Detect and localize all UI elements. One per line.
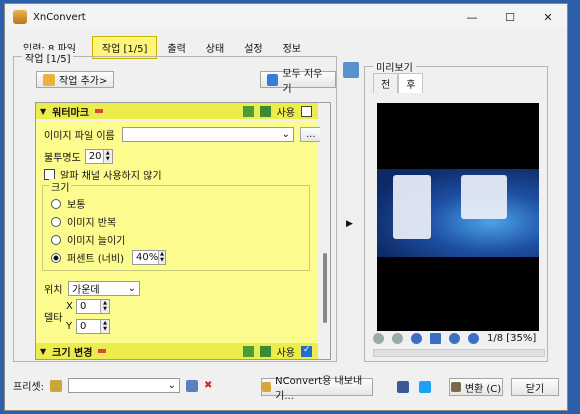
preset-label: 프리셋: [13,382,44,393]
watermark-filter-header[interactable]: ▼ 워터마크 사용 [36,103,318,119]
convert-icon [450,382,461,392]
image-file-label: 이미지 파일 이름 [44,131,115,142]
opacity-spinner[interactable]: 20 ▲ ▼ [84,149,113,164]
position-combo[interactable]: 가운데 ⌄ [68,281,140,296]
close-button[interactable]: ✕ [529,4,567,30]
clear-all-label: 모두 지우기 [282,68,323,95]
convert-button[interactable]: 변환 (C) [449,378,503,396]
use-label: 사용 [276,107,295,119]
actions-group-title: 작업 [1/5] [22,50,74,65]
remove-filter-icon[interactable] [94,109,103,113]
radio-icon [51,216,61,227]
move-up-icon[interactable] [242,105,254,117]
add-icon [43,73,55,86]
move-down-icon[interactable] [259,105,271,117]
use-checkbox[interactable] [301,345,312,357]
tab-after[interactable]: 후 [398,73,424,93]
chevron-down-icon: ⌄ [127,283,136,294]
folder-icon[interactable] [49,379,62,392]
image-file-combo[interactable]: ⌄ [122,127,294,142]
size-option-stretch[interactable]: 이미지 늘이기 [51,232,125,247]
app-window: XnConvert — ☐ ✕ 입력: 8 파일 작업 [1/5] 출력 상태 … [4,3,568,411]
window-title: XnConvert [33,11,86,23]
use-checkbox[interactable] [301,105,312,117]
position-label: 위치 [44,285,63,296]
zoom-out-icon[interactable] [468,333,479,344]
size-group: 크기 보통 이미지 반복 이미지 늘이기 퍼센트 (너비) 40% ▲ ▼ [42,179,310,271]
preview-image [377,103,539,331]
browse-button[interactable]: ... [300,127,322,142]
preview-tabs: 전 후 [373,73,424,93]
radio-checked-icon [51,252,61,263]
preset-combo[interactable]: ⌄ [67,378,180,393]
move-up-icon[interactable] [242,345,254,357]
collapse-icon[interactable]: ▼ [40,107,46,116]
export-nconvert-button[interactable]: NConvert용 내보내기... [261,376,373,402]
size-option-normal[interactable]: 보통 [51,196,85,211]
add-action-label: 작업 추가> [59,76,108,87]
actual-size-icon[interactable] [449,333,460,344]
preview-toolbar: 1/8 [35%] [373,333,536,344]
export-icon [262,382,272,392]
add-action-button[interactable]: 작업 추가> [36,71,115,88]
radio-icon [51,234,61,245]
close-dialog-button[interactable]: 닫기 [511,378,559,396]
watermark-settings: 이미지 파일 이름 ⌄ ... 불투명도 20 ▲ ▼ 알파 채널 사용하지 않기 [36,121,322,343]
move-down-icon[interactable] [259,345,271,357]
size-option-tile[interactable]: 이미지 반복 [51,214,116,229]
next-icon[interactable] [392,333,403,344]
page-info: 1/8 [35%] [487,333,537,344]
twitter-icon[interactable] [419,381,431,393]
resize-filter-header[interactable]: ▼ 크기 변경 사용 [36,343,318,359]
delta-y-label: Y [66,321,73,332]
minimize-button[interactable]: — [453,4,491,30]
tab-before[interactable]: 전 [373,73,399,93]
facebook-icon[interactable] [397,381,409,393]
alpha-label: 알파 채널 사용하지 않기 [60,171,162,182]
clear-icon [267,73,279,86]
filter-scrollbar[interactable] [320,103,330,359]
app-logo-icon [13,10,27,24]
chevron-down-icon: ⌄ [281,129,290,140]
size-option-percent[interactable]: 퍼센트 (너비) 40% ▲ ▼ [51,250,166,265]
filter-name: 크기 변경 [52,347,93,359]
expand-preview-icon[interactable]: ▶ [346,219,353,229]
delta-y-spinner[interactable]: 0 ▲ ▼ [76,319,110,334]
size-group-title: 크기 [49,179,72,194]
delete-preset-icon[interactable]: ✖ [204,380,212,391]
preview-screenshot [377,169,539,257]
delta-label: 델타 [44,313,63,324]
scrollbar-thumb[interactable] [323,253,327,323]
collapse-icon[interactable]: ▼ [40,347,46,356]
zoom-in-icon[interactable] [411,333,422,344]
preview-group: 미리보기 전 후 1/8 [35%] [364,59,548,362]
use-label: 사용 [276,347,295,359]
preset-bar: 프리셋: ⌄ ✖ [13,378,212,393]
filter-name: 워터마크 [52,107,89,119]
preview-toggle-icon[interactable] [343,62,359,78]
title-bar: XnConvert — ☐ ✕ [5,4,567,30]
delta-x-spinner[interactable]: 0 ▲ ▼ [76,299,110,314]
remove-filter-icon[interactable] [98,349,107,353]
fit-icon[interactable] [430,333,441,344]
preview-scrollbar[interactable] [373,349,545,357]
filter-list[interactable]: ▼ 워터마크 사용 이미지 파일 이름 ⌄ ... 불투명도 20 ▲ ▼ 알파… [35,102,331,360]
preview-title: 미리보기 [373,59,416,74]
save-preset-icon[interactable] [185,379,198,392]
maximize-button[interactable]: ☐ [491,4,529,30]
chevron-down-icon: ⌄ [167,380,176,391]
delta-x-label: X [66,301,73,312]
radio-icon [51,198,61,209]
percent-spinner[interactable]: 40% ▲ ▼ [131,250,166,265]
opacity-label: 불투명도 [44,153,81,164]
clear-all-button[interactable]: 모두 지우기 [260,69,336,95]
previous-icon[interactable] [373,333,384,344]
